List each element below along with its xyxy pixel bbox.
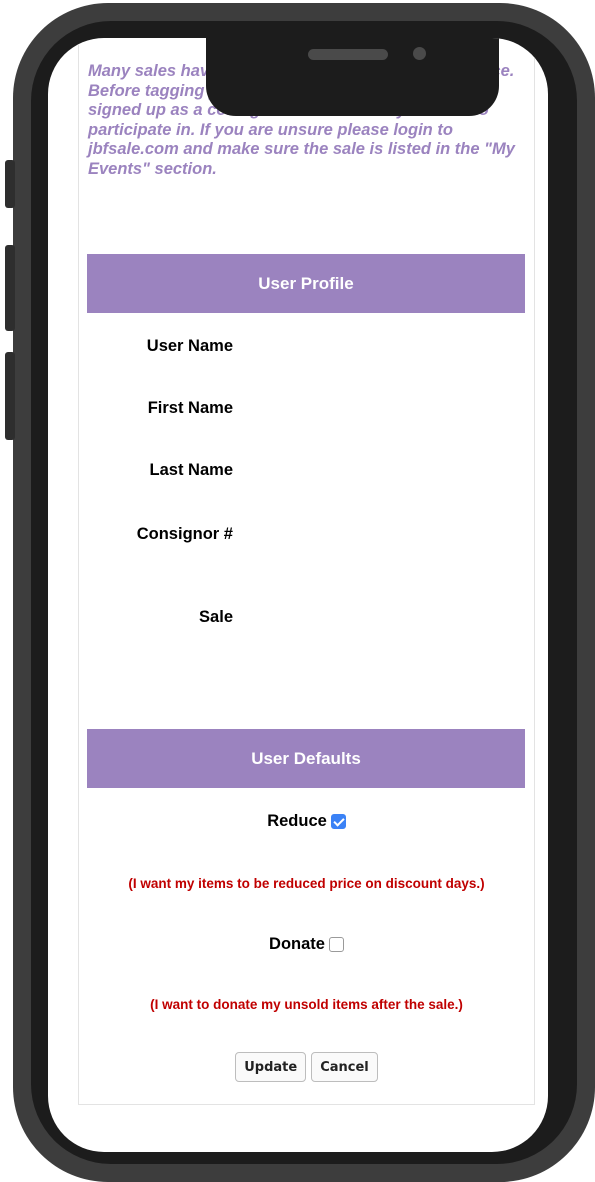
reduce-checkbox[interactable] — [330, 814, 346, 829]
user-profile-header: User Profile — [87, 254, 525, 313]
donate-checkbox[interactable] — [328, 937, 344, 952]
speaker-icon — [308, 49, 388, 60]
volume-down-button — [5, 352, 15, 440]
form-actions: Update Cancel — [79, 1052, 534, 1082]
reduce-note: (I want my items to be reduced price on … — [128, 876, 485, 891]
reduce-label: Reduce — [267, 812, 327, 830]
last-name-label: Last Name — [149, 461, 233, 479]
user-defaults-header: User Defaults — [87, 729, 525, 788]
donate-option: Donate — [79, 935, 534, 954]
donate-note: (I want to donate my unsold items after … — [150, 997, 463, 1012]
donate-label: Donate — [269, 935, 325, 953]
first-name-label: First Name — [147, 399, 233, 417]
mute-switch — [5, 160, 15, 208]
sale-label: Sale — [199, 608, 233, 626]
profile-form-panel: Many sales have a limited amount of cons… — [78, 38, 535, 1105]
volume-up-button — [5, 245, 15, 331]
phone-notch — [206, 38, 499, 116]
camera-icon — [413, 47, 426, 60]
phone-screen: Many sales have a limited amount of cons… — [48, 38, 548, 1152]
cancel-button[interactable]: Cancel — [311, 1052, 378, 1082]
reduce-option: Reduce — [79, 812, 534, 831]
update-button[interactable]: Update — [235, 1052, 307, 1082]
user-name-label: User Name — [146, 337, 233, 355]
consignor-number-label: Consignor # — [136, 525, 233, 543]
